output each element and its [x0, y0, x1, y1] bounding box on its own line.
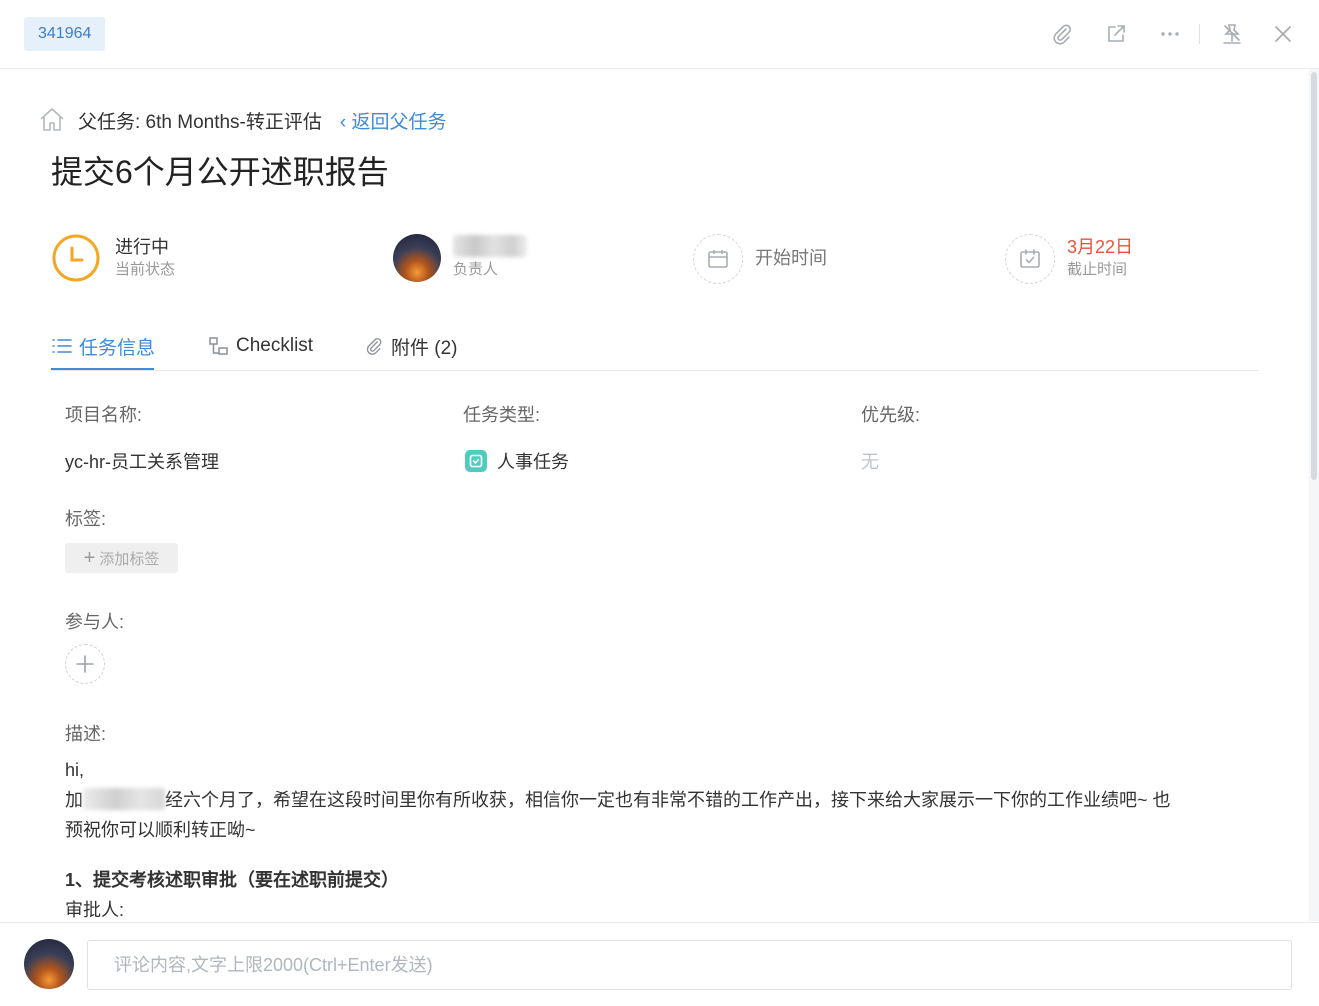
toolbar-divider	[1199, 24, 1200, 44]
home-icon[interactable]	[38, 106, 66, 134]
unpin-icon[interactable]	[1220, 22, 1244, 46]
open-external-icon[interactable]	[1104, 22, 1128, 46]
checklist-icon	[209, 337, 228, 355]
due-date-label: 截止时间	[1067, 261, 1128, 278]
members-label: 参与人:	[65, 612, 125, 632]
project-label: 项目名称:	[65, 405, 143, 425]
tab-task-info-label: 任务信息	[79, 337, 156, 359]
back-to-parent-label: 返回父任务	[351, 111, 447, 133]
redacted-text	[83, 788, 165, 810]
due-date-value: 3月22日	[1067, 237, 1134, 257]
back-to-parent-link[interactable]: ‹ 返回父任务	[340, 107, 447, 134]
detail-tabs: 任务信息 Checklist 附件 (2)	[51, 322, 1259, 371]
add-member-button[interactable]	[65, 644, 105, 684]
paperclip-icon	[366, 338, 382, 355]
status-label: 当前状态	[115, 261, 176, 278]
calendar-check-icon	[1005, 234, 1055, 284]
owner-avatar	[393, 234, 441, 282]
priority-label: 优先级:	[861, 405, 921, 425]
task-type-label: 任务类型:	[463, 405, 541, 425]
status-selector[interactable]: 进行中 当前状态	[51, 226, 175, 290]
task-header-bar: 341964	[0, 0, 1319, 69]
start-time-selector[interactable]: 开始时间	[693, 226, 827, 290]
owner-label: 负责人	[453, 261, 499, 278]
list-icon	[52, 339, 72, 353]
close-icon[interactable]	[1271, 22, 1295, 46]
owner-name-redacted	[453, 235, 527, 257]
task-title[interactable]: 提交6个月公开述职报告	[51, 150, 389, 194]
tab-attachments[interactable]: 附件 (2)	[363, 322, 458, 370]
description-line: 审批人:	[65, 900, 125, 920]
tab-attachments-label: 附件 (2)	[391, 337, 458, 359]
attachment-icon[interactable]	[1050, 22, 1074, 46]
comment-input[interactable]	[87, 940, 1292, 990]
task-type-value: 人事任务	[497, 452, 569, 472]
clock-icon	[51, 233, 101, 283]
scrollbar-thumb[interactable]	[1311, 72, 1317, 480]
add-tag-label: 添加标签	[99, 550, 160, 568]
description-line: 加经六个月了，希望在这段时间里你有所收获，相信你一定也有非常不错的工作产出，接下…	[65, 788, 1171, 810]
current-user-avatar	[24, 939, 74, 989]
tab-checklist-label: Checklist	[236, 335, 314, 356]
active-tab-indicator	[51, 368, 154, 370]
owner-selector[interactable]: 负责人	[393, 226, 527, 290]
tab-checklist[interactable]: Checklist	[208, 322, 313, 370]
status-value: 进行中	[115, 237, 169, 257]
add-tag-button[interactable]: + 添加标签	[65, 543, 178, 573]
description-body[interactable]: hi, 加经六个月了，希望在这段时间里你有所收获，相信你一定也有非常不错的工作产…	[65, 755, 1260, 925]
calendar-icon	[693, 234, 743, 284]
task-type-selector[interactable]: 人事任务	[465, 448, 569, 474]
due-date-selector[interactable]: 3月22日 截止时间	[1005, 226, 1133, 290]
task-id-badge[interactable]: 341964	[24, 17, 106, 51]
description-section-heading: 1、提交考核述职审批（要在述职前提交）	[65, 870, 400, 890]
project-value[interactable]: yc-hr-员工关系管理	[65, 448, 219, 474]
plus-icon: +	[83, 546, 96, 569]
more-icon[interactable]	[1158, 22, 1182, 46]
description-line: hi,	[65, 760, 85, 780]
parent-task-link[interactable]: 父任务: 6th Months-转正评估	[78, 107, 322, 134]
task-type-icon	[465, 450, 487, 472]
priority-value[interactable]: 无	[861, 448, 879, 474]
breadcrumb: 父任务: 6th Months-转正评估 ‹ 返回父任务	[38, 104, 447, 136]
description-line: 预祝你可以顺利转正呦~	[65, 820, 256, 840]
start-time-label: 开始时间	[755, 248, 827, 268]
tab-task-info[interactable]: 任务信息	[51, 322, 155, 370]
tags-label: 标签:	[65, 509, 107, 529]
plus-icon	[76, 655, 94, 673]
description-label: 描述:	[65, 724, 107, 744]
